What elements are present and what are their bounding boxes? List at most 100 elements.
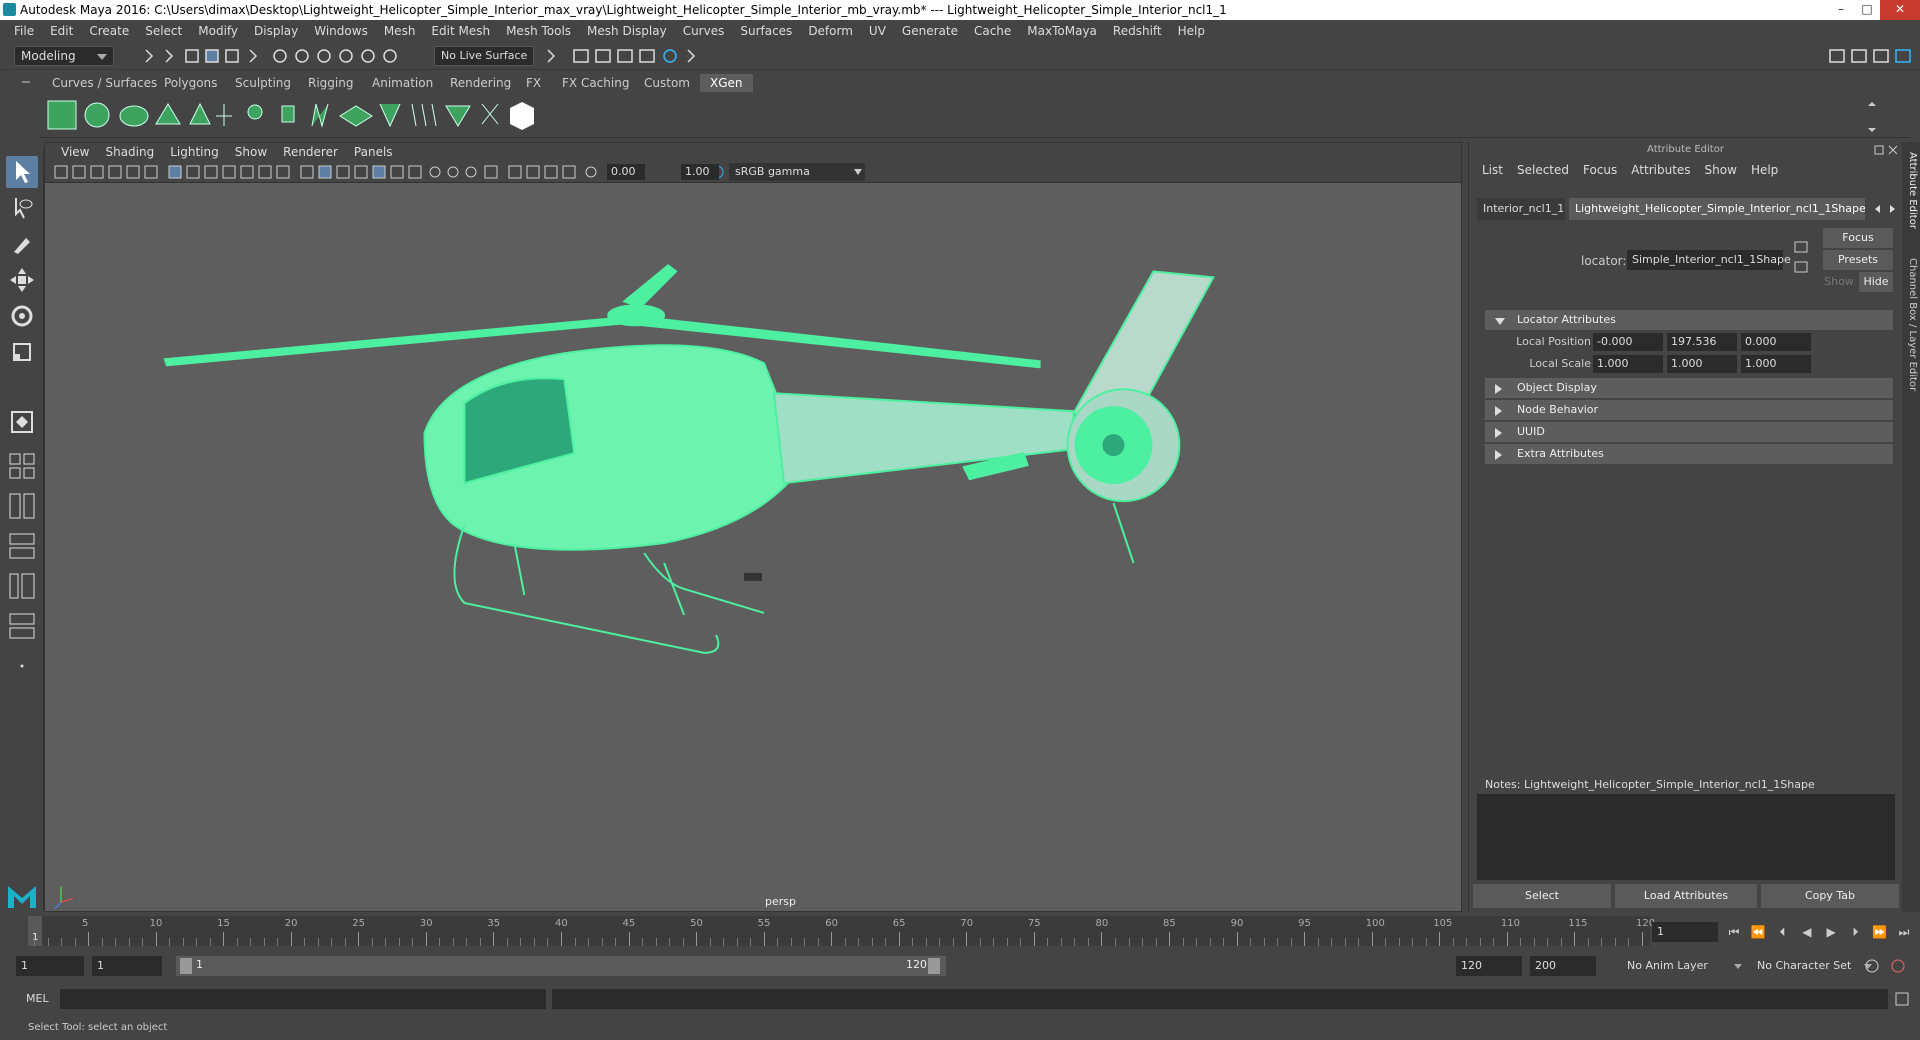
- gamma-field[interactable]: 1.00: [681, 164, 719, 180]
- menu-display[interactable]: Display: [246, 24, 306, 38]
- script-editor-icon[interactable]: [1894, 991, 1910, 1007]
- graph-layout-button[interactable]: [6, 570, 38, 602]
- local-scale-y[interactable]: 1.000: [1667, 355, 1737, 373]
- local-position-z[interactable]: 0.000: [1741, 333, 1811, 351]
- animation-end-field[interactable]: 200: [1530, 956, 1596, 976]
- move-tool-button[interactable]: [6, 264, 38, 296]
- viewport-menu-panels[interactable]: Panels: [346, 145, 401, 159]
- viewport-menu-lighting[interactable]: Lighting: [162, 145, 227, 159]
- viewport-menu-view[interactable]: View: [53, 145, 97, 159]
- two-pane-layout-button[interactable]: [6, 490, 38, 522]
- character-set-dropdown[interactable]: No Character Set: [1752, 956, 1874, 976]
- menu-maxtomaya[interactable]: MaxToMaya: [1019, 24, 1105, 38]
- menu-create[interactable]: Create: [81, 24, 137, 38]
- menu-deform[interactable]: Deform: [800, 24, 861, 38]
- tab-shape-node[interactable]: Lightweight_Helicopter_Simple_Interior_n…: [1569, 198, 1865, 220]
- local-position-x[interactable]: -0.000: [1593, 333, 1663, 351]
- range-slider-bar[interactable]: 1 120: [176, 956, 946, 976]
- menu-help[interactable]: Help: [1170, 24, 1213, 38]
- play-forwards-icon[interactable]: ▶: [1821, 923, 1841, 941]
- shelf-scroll-icon[interactable]: [1866, 100, 1878, 134]
- go-to-end-icon[interactable]: ⏭: [1894, 923, 1914, 941]
- paint-select-tool-button[interactable]: [6, 228, 38, 260]
- show-button[interactable]: Show: [1823, 272, 1855, 292]
- focus-button[interactable]: Focus: [1823, 228, 1893, 248]
- ae-menu-selected[interactable]: Selected: [1510, 163, 1576, 177]
- step-back-frame-icon[interactable]: ⏪: [1748, 923, 1768, 941]
- local-position-y[interactable]: 197.536: [1667, 333, 1737, 351]
- select-tool-button[interactable]: [6, 156, 38, 188]
- shelf-tab-fx-caching[interactable]: FX Caching: [552, 74, 639, 92]
- shelf-tab-animation[interactable]: Animation: [362, 74, 443, 92]
- load-attributes-button[interactable]: Load Attributes: [1615, 884, 1757, 908]
- animation-start-field[interactable]: 1: [16, 956, 84, 976]
- menu-generate[interactable]: Generate: [894, 24, 966, 38]
- attribute-editor-side-tab[interactable]: Attribute Editor: [1904, 152, 1918, 229]
- shelf-tab-xgen[interactable]: XGen: [700, 74, 753, 92]
- ae-menu-attributes[interactable]: Attributes: [1624, 163, 1697, 177]
- menu-curves[interactable]: Curves: [675, 24, 733, 38]
- minimize-icon[interactable]: –: [1828, 0, 1854, 20]
- menu-select[interactable]: Select: [137, 24, 190, 38]
- section-node-behavior[interactable]: Node Behavior: [1485, 400, 1893, 420]
- persp-outliner-button[interactable]: [6, 610, 38, 642]
- soft-select-button[interactable]: [6, 406, 38, 438]
- shelf-tab-rendering[interactable]: Rendering: [440, 74, 521, 92]
- view-transform-dropdown[interactable]: sRGB gamma: [729, 163, 865, 181]
- more-layouts-button[interactable]: [6, 650, 38, 682]
- playback-end-field[interactable]: 120: [1456, 956, 1522, 976]
- playback-start-field[interactable]: 1: [92, 956, 162, 976]
- node-link-icons[interactable]: [1793, 238, 1813, 278]
- local-scale-z[interactable]: 1.000: [1741, 355, 1811, 373]
- lasso-tool-button[interactable]: [6, 192, 38, 224]
- viewport-menu-show[interactable]: Show: [227, 145, 275, 159]
- single-pane-layout-button[interactable]: [6, 450, 38, 482]
- local-scale-x[interactable]: 1.000: [1593, 355, 1663, 373]
- outliner-layout-button[interactable]: [6, 530, 38, 562]
- mel-label[interactable]: MEL: [26, 992, 49, 1005]
- notes-textarea[interactable]: [1477, 794, 1895, 880]
- hide-button[interactable]: Hide: [1859, 272, 1893, 292]
- viewport-menu-renderer[interactable]: Renderer: [275, 145, 346, 159]
- section-object-display[interactable]: Object Display: [1485, 378, 1893, 398]
- shelf-tab-rigging[interactable]: Rigging: [298, 74, 363, 92]
- tab-transform-node[interactable]: Interior_ncl1_1: [1477, 198, 1565, 220]
- menu-cache[interactable]: Cache: [966, 24, 1019, 38]
- viewport-canvas[interactable]: [45, 183, 1461, 911]
- ae-menu-focus[interactable]: Focus: [1576, 163, 1624, 177]
- range-end-handle[interactable]: [928, 958, 940, 974]
- menu-file[interactable]: File: [6, 24, 42, 38]
- step-forward-key-icon[interactable]: ⏵: [1845, 923, 1865, 941]
- rotate-tool-button[interactable]: [6, 300, 38, 332]
- section-extra-attributes[interactable]: Extra Attributes: [1485, 444, 1893, 464]
- shelf-menu-icon[interactable]: [20, 76, 32, 88]
- menu-set-dropdown[interactable]: Modeling: [14, 46, 114, 66]
- step-back-key-icon[interactable]: ⏴: [1773, 923, 1793, 941]
- go-to-start-icon[interactable]: ⏮: [1724, 923, 1744, 941]
- shelf-tab-polygons[interactable]: Polygons: [154, 74, 227, 92]
- mel-input[interactable]: [60, 989, 546, 1009]
- exposure-field[interactable]: 0.00: [607, 164, 645, 180]
- anim-layer-dropdown[interactable]: No Anim Layer: [1622, 956, 1744, 976]
- section-uuid[interactable]: UUID: [1485, 422, 1893, 442]
- time-slider-track[interactable]: 1 5 10 15 20 25 30 35 40 45 50 55 60 65 70 75 80 85 90 95 1…: [28, 916, 1655, 946]
- shelf-tab-fx[interactable]: FX: [516, 74, 551, 92]
- section-locator-attributes[interactable]: Locator Attributes: [1485, 310, 1893, 330]
- menu-mesh[interactable]: Mesh: [376, 24, 424, 38]
- range-start-handle[interactable]: [180, 958, 192, 974]
- step-forward-frame-icon[interactable]: ⏩: [1870, 923, 1890, 941]
- menu-redshift[interactable]: Redshift: [1105, 24, 1170, 38]
- menu-mesh-display[interactable]: Mesh Display: [579, 24, 675, 38]
- menu-uv[interactable]: UV: [861, 24, 894, 38]
- play-backwards-icon[interactable]: ◀: [1797, 923, 1817, 941]
- ae-menu-show[interactable]: Show: [1698, 163, 1744, 177]
- scale-tool-button[interactable]: [6, 336, 38, 368]
- channel-box-side-tab[interactable]: Channel Box / Layer Editor: [1904, 258, 1918, 391]
- current-frame-field[interactable]: 1: [1652, 922, 1718, 942]
- shelf-tab-curves-surfaces[interactable]: Curves / Surfaces: [42, 74, 167, 92]
- ae-menu-list[interactable]: List: [1475, 163, 1510, 177]
- ae-menu-help[interactable]: Help: [1744, 163, 1785, 177]
- locator-name-field[interactable]: Simple_Interior_ncl1_1Shape: [1627, 250, 1791, 270]
- live-surface-field[interactable]: No Live Surface: [434, 46, 534, 66]
- presets-button[interactable]: Presets: [1823, 250, 1893, 270]
